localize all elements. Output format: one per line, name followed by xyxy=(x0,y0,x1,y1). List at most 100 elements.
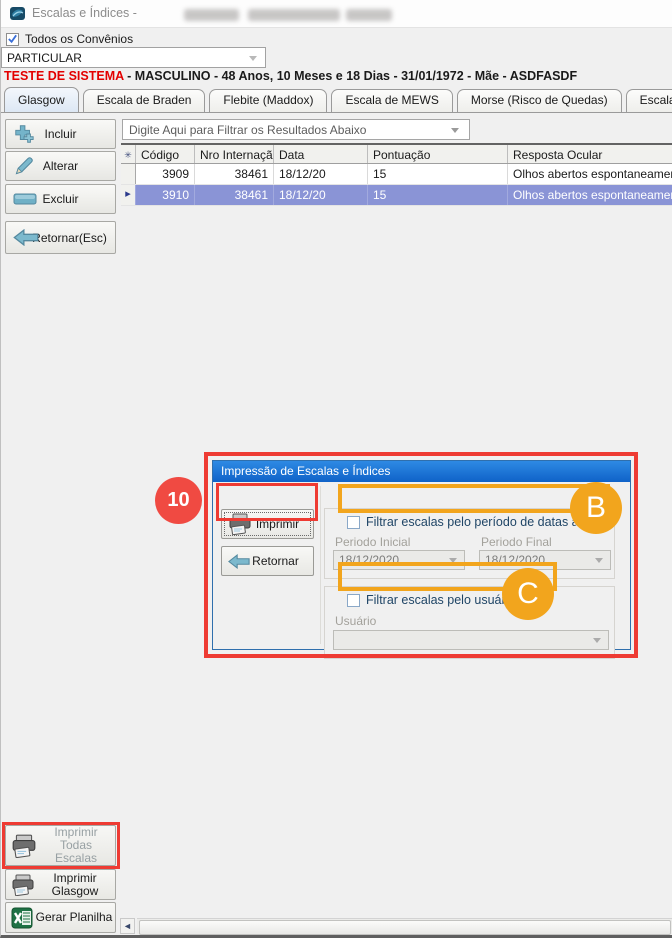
arrow-left-icon xyxy=(13,229,39,246)
scrollbar-left-arrow[interactable]: ◄ xyxy=(120,918,135,934)
periodo-inicial-label: Periodo Inicial xyxy=(335,535,410,549)
dialog-title: Impressão de Escalas e Índices xyxy=(213,461,630,482)
cell-resposta-ocular: Olhos abertos espontaneamente + xyxy=(508,185,672,205)
chevron-down-icon xyxy=(593,638,601,643)
imprimir-label: Imprimir xyxy=(256,517,299,531)
imprimir-glasgow-label: Imprimir Glasgow xyxy=(35,872,115,898)
patient-details: - MASCULINO - 48 Anos, 10 Meses e 18 Dia… xyxy=(124,69,577,83)
column-header-pontuacao[interactable]: Pontuação xyxy=(368,145,508,163)
periodo-final-value: 18/12/2020 xyxy=(485,553,545,567)
table-row[interactable]: 3909 38461 18/12/20 15 Olhos abertos esp… xyxy=(121,164,672,185)
periodo-inicial-dropdown[interactable]: 18/12/2020 xyxy=(333,550,465,570)
imprimir-glasgow-line1: Imprimir xyxy=(53,871,96,885)
row-selector-arrow-icon[interactable]: ▸ xyxy=(121,185,136,205)
app-icon xyxy=(9,5,26,22)
cell-nro-internacao: 38461 xyxy=(195,185,274,205)
filter-user-checkbox[interactable]: Filtrar escalas pelo usuário xyxy=(347,593,515,607)
cell-data: 18/12/20 xyxy=(274,185,368,205)
selector-column-icon: ✳ xyxy=(121,145,136,163)
title-bar: Escalas e Índices - xyxy=(1,0,672,28)
cell-nro-internacao: 38461 xyxy=(195,164,274,184)
imprimir-todas-escalas-button[interactable]: Imprimir Todas Escalas xyxy=(5,825,116,866)
column-header-data[interactable]: Data xyxy=(274,145,368,163)
patient-info-bar: TESTE DE SISTEMA - MASCULINO - 48 Anos, … xyxy=(4,69,577,83)
printer-icon xyxy=(11,834,37,858)
arrow-left-icon xyxy=(228,554,250,569)
application-window: Escalas e Índices - Todos os Convênios P… xyxy=(0,0,672,938)
imprimir-todas-line1: Imprimir Todas xyxy=(54,825,97,852)
todos-convenios-checkbox[interactable]: Todos os Convênios xyxy=(6,31,133,47)
horizontal-scrollbar[interactable] xyxy=(137,918,672,934)
incluir-button[interactable]: Incluir xyxy=(5,119,116,149)
tab-strip: Glasgow Escala de Braden Flebite (Maddox… xyxy=(1,86,672,113)
checkbox-unchecked-icon[interactable] xyxy=(347,594,360,607)
eraser-icon xyxy=(13,192,37,206)
filter-period-checkbox[interactable]: Filtrar escalas pelo período de datas ab… xyxy=(347,515,609,529)
gerar-planilha-button[interactable]: Gerar Planilha xyxy=(5,902,116,933)
impressao-dialog: Impressão de Escalas e Índices Imprimir … xyxy=(212,460,631,650)
imprimir-todas-label: Imprimir Todas Escalas xyxy=(37,826,115,865)
filter-placeholder: Digite Aqui para Filtrar os Resultados A… xyxy=(129,123,366,137)
tab-escala-de-ramsay[interactable]: Escala de Ramsay xyxy=(626,89,672,112)
cell-data: 18/12/20 xyxy=(274,164,368,184)
imprimir-glasgow-line2: Glasgow xyxy=(52,884,99,898)
table-header-row: ✳ Código Nro Internação Data Pontuação R… xyxy=(121,143,672,164)
retornar-esc-label: Retornar(Esc) xyxy=(32,231,107,245)
dialog-divider xyxy=(320,486,321,644)
gerar-planilha-label: Gerar Planilha xyxy=(33,911,115,924)
column-header-resposta-ocular[interactable]: Resposta Ocular xyxy=(508,145,672,163)
todos-convenios-label: Todos os Convênios xyxy=(25,32,133,46)
badge-c: C xyxy=(502,568,554,620)
table-row-selected[interactable]: ▸ 3910 38461 18/12/20 15 Olhos abertos e… xyxy=(121,185,672,206)
cell-codigo: 3910 xyxy=(136,185,195,205)
add-icon xyxy=(13,123,35,145)
alterar-label: Alterar xyxy=(43,159,78,173)
convenio-selected-value: PARTICULAR xyxy=(7,51,82,65)
user-filter-group: Filtrar escalas pelo usuário Usuário xyxy=(324,586,615,659)
chevron-down-icon xyxy=(449,558,457,563)
tab-escala-de-mews[interactable]: Escala de MEWS xyxy=(331,89,452,112)
patient-name: TESTE DE SISTEMA xyxy=(4,69,124,83)
chevron-down-icon xyxy=(451,128,459,133)
column-header-codigo[interactable]: Código xyxy=(136,145,195,163)
usuario-label: Usuário xyxy=(335,614,376,628)
cell-pontuacao: 15 xyxy=(368,164,508,184)
tab-flebite-maddox[interactable]: Flebite (Maddox) xyxy=(209,89,327,112)
chevron-down-icon xyxy=(249,56,257,61)
retornar-esc-button[interactable]: Retornar(Esc) xyxy=(5,221,116,254)
step-number-badge: 10 xyxy=(155,477,202,524)
badge-b: B xyxy=(570,482,622,534)
periodo-final-label: Periodo Final xyxy=(481,535,552,549)
dialog-retornar-label: Retornar xyxy=(252,554,299,568)
periodo-inicial-value: 18/12/2020 xyxy=(339,553,399,567)
filter-results-input[interactable]: Digite Aqui para Filtrar os Resultados A… xyxy=(122,119,470,140)
row-selector-cell[interactable] xyxy=(121,164,136,184)
redacted-title-segment xyxy=(248,9,340,21)
scrollbar-thumb[interactable] xyxy=(139,920,671,935)
periodo-final-dropdown[interactable]: 18/12/2020 xyxy=(479,550,611,570)
checkbox-unchecked-icon[interactable] xyxy=(347,516,360,529)
cell-resposta-ocular: Olhos abertos espontaneamente + xyxy=(508,164,672,184)
usuario-dropdown[interactable] xyxy=(333,630,609,650)
tab-glasgow[interactable]: Glasgow xyxy=(4,87,79,113)
imprimir-button[interactable]: Imprimir xyxy=(221,509,314,539)
column-header-nro-internacao[interactable]: Nro Internação xyxy=(195,145,274,163)
pencil-icon xyxy=(13,156,34,177)
window-title: Escalas e Índices - xyxy=(32,6,137,20)
cell-codigo: 3909 xyxy=(136,164,195,184)
results-table: ✳ Código Nro Internação Data Pontuação R… xyxy=(121,143,672,206)
tab-morse-risco-de-quedas[interactable]: Morse (Risco de Quedas) xyxy=(457,89,622,112)
convenio-dropdown[interactable]: PARTICULAR xyxy=(1,47,266,68)
excel-icon xyxy=(11,907,33,929)
excluir-button[interactable]: Excluir xyxy=(5,184,116,214)
printer-icon xyxy=(228,513,252,535)
redacted-title-segment xyxy=(346,9,392,21)
imprimir-glasgow-button[interactable]: Imprimir Glasgow xyxy=(5,869,116,900)
incluir-label: Incluir xyxy=(44,127,76,141)
alterar-button[interactable]: Alterar xyxy=(5,151,116,181)
redacted-title-segment xyxy=(184,9,239,21)
imprimir-todas-line2: Escalas xyxy=(55,851,97,865)
tab-escala-de-braden[interactable]: Escala de Braden xyxy=(83,89,206,112)
dialog-retornar-button[interactable]: Retornar xyxy=(221,546,314,576)
checkbox-checked-icon[interactable] xyxy=(6,33,19,46)
